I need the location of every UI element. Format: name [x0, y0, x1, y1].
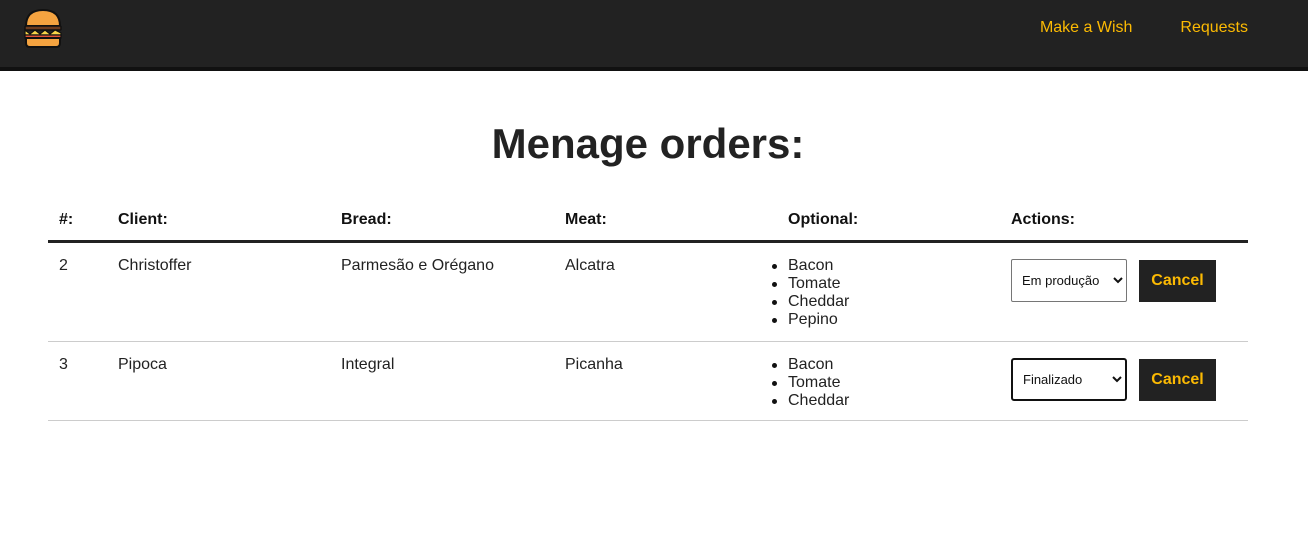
table-row: 3 Pipoca Integral Picanha Bacon Tomate C… [48, 342, 1248, 421]
nav-link-requests[interactable]: Requests [1180, 19, 1248, 37]
table-row: 2 Christoffer Parmesão e Orégano Alcatra… [48, 243, 1248, 342]
cancel-button[interactable]: Cancel [1139, 358, 1216, 401]
header-id: #: [59, 211, 74, 228]
optional-item: Bacon [772, 356, 1011, 374]
order-client: Christoffer [118, 257, 192, 274]
header-meat: Meat: [565, 211, 607, 228]
bullet-icon [772, 299, 777, 305]
orders-table: #: Client: Bread: Meat: Optional: Action… [48, 208, 1248, 421]
bullet-icon [772, 398, 777, 404]
order-client: Pipoca [118, 356, 167, 373]
header-optional: Optional: [788, 211, 859, 228]
order-meat: Alcatra [565, 257, 615, 274]
nav-links: Make a Wish Requests [1040, 19, 1248, 37]
navbar: Make a Wish Requests [0, 0, 1308, 71]
order-actions: Finalizado Cancel [1011, 342, 1248, 420]
cancel-button[interactable]: Cancel [1139, 259, 1216, 302]
header-bread: Bread: [341, 211, 392, 228]
order-optional: Bacon Tomate Cheddar Pepino [772, 243, 1011, 341]
table-header-row: #: Client: Bread: Meat: Optional: Action… [48, 208, 1248, 243]
optional-item: Tomate [772, 275, 1011, 293]
nav-link-make-a-wish[interactable]: Make a Wish [1040, 19, 1132, 37]
bullet-icon [772, 281, 777, 287]
bullet-icon [772, 362, 777, 368]
order-actions: Em produção Cancel [1011, 243, 1248, 341]
header-client: Client: [118, 211, 168, 228]
order-optional: Bacon Tomate Cheddar [772, 342, 1011, 420]
header-actions: Actions: [1011, 211, 1075, 228]
bullet-icon [772, 317, 777, 323]
bullet-icon [772, 380, 777, 386]
order-meat: Picanha [565, 356, 623, 373]
order-id: 3 [59, 356, 68, 373]
order-id: 2 [59, 257, 68, 274]
status-select[interactable]: Em produção [1011, 259, 1127, 302]
optional-item: Tomate [772, 374, 1011, 392]
status-select[interactable]: Finalizado [1011, 358, 1127, 401]
page-title: Menage orders: [491, 120, 805, 167]
bullet-icon [772, 263, 777, 269]
optional-item: Cheddar [772, 392, 1011, 410]
optional-item: Cheddar [772, 293, 1011, 311]
order-bread: Parmesão e Orégano [341, 257, 494, 274]
optional-item: Bacon [772, 257, 1011, 275]
optional-item: Pepino [772, 311, 1011, 329]
order-bread: Integral [341, 356, 395, 373]
burger-logo-icon[interactable] [24, 8, 62, 48]
